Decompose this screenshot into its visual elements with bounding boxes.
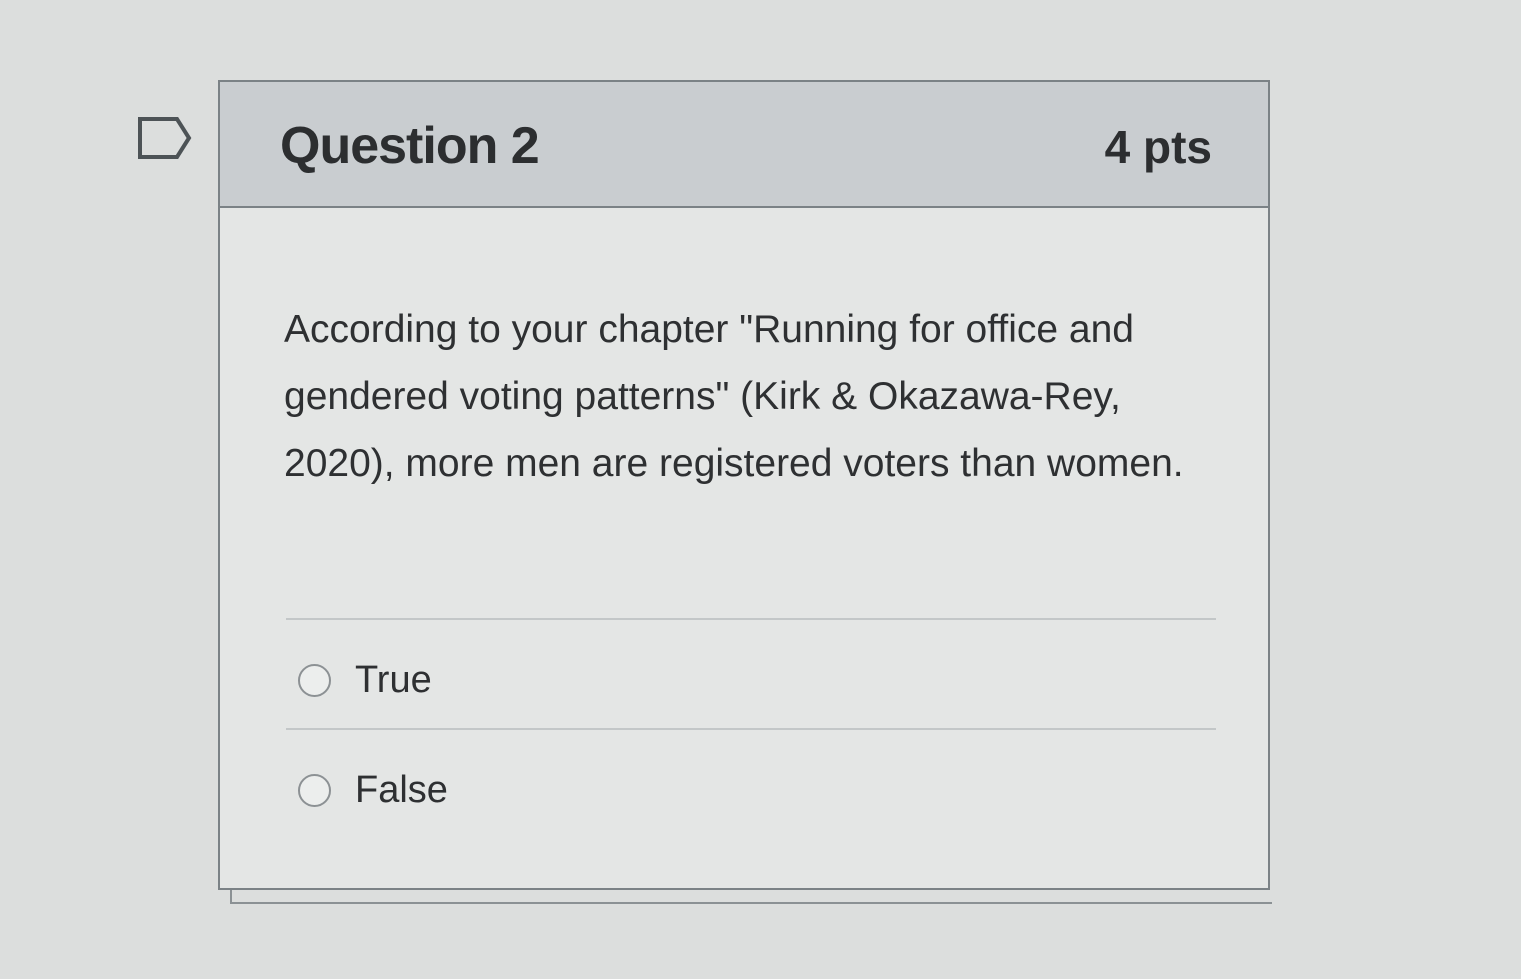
question-text: According to your chapter "Running for o…: [284, 308, 1184, 485]
radio-button-true[interactable]: [298, 663, 331, 697]
card-bottom-edge: [230, 890, 1272, 904]
question-card: Question 2 4 pts According to your chapt…: [218, 80, 1270, 890]
question-header: Question 2 4 pts: [220, 82, 1268, 208]
answer-option-true[interactable]: True: [298, 655, 432, 705]
answer-divider: [286, 728, 1216, 730]
question-title: Question 2: [280, 117, 540, 175]
answer-label-false: False: [355, 768, 448, 811]
answer-divider: [286, 618, 1216, 620]
radio-button-false[interactable]: [298, 773, 331, 807]
answer-option-false[interactable]: False: [298, 765, 448, 815]
answer-label-true: True: [355, 658, 432, 701]
question-points: 4 pts: [1104, 121, 1212, 173]
bookmark-flag-icon[interactable]: [137, 116, 193, 160]
